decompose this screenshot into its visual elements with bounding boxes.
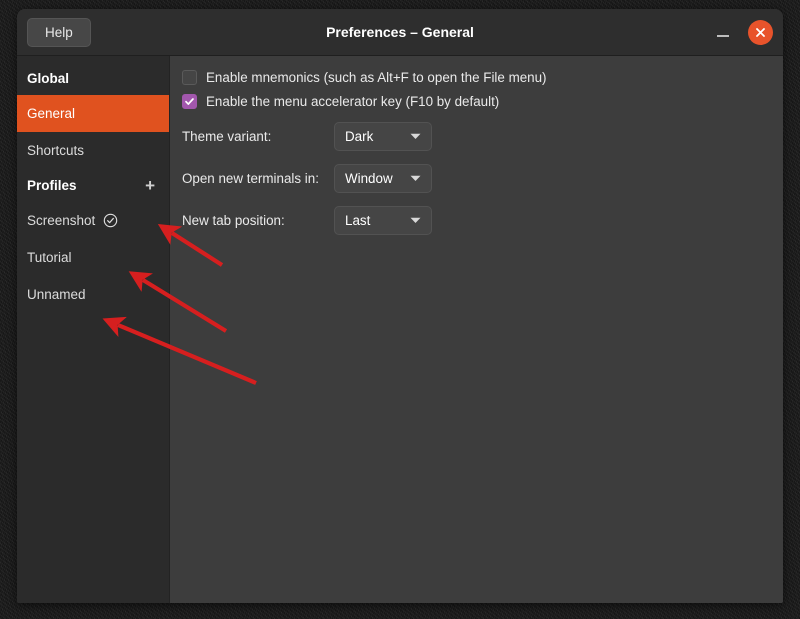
chevron-down-icon [398,217,421,224]
new-tab-position-value: Last [345,213,371,228]
window-body: Global General Shortcuts Profiles + Scre… [17,56,783,603]
sidebar-section-profiles-label: Profiles [27,178,77,193]
window-controls [712,19,773,45]
sidebar-section-profiles: Profiles + [17,169,169,202]
sidebar-item-general-label: General [27,106,76,121]
window-title: Preferences – General [326,24,474,40]
window-titlebar: Help Preferences – General [17,9,783,56]
sidebar-item-screenshot[interactable]: Screenshot [17,202,169,239]
chevron-down-icon [398,133,421,140]
row-theme-variant: Theme variant: Dark [182,122,767,151]
sidebar-item-unnamed[interactable]: Unnamed [17,276,169,313]
sidebar-item-screenshot-label: Screenshot [27,213,96,228]
open-new-terminals-label: Open new terminals in: [182,171,319,186]
row-open-new-terminals-in: Open new terminals in: Window [182,164,767,193]
sidebar-item-shortcuts-label: Shortcuts [27,143,85,158]
checkbox-mnemonics[interactable] [182,70,197,85]
theme-variant-dropdown[interactable]: Dark [334,122,432,151]
general-settings-pane: Enable mnemonics (such as Alt+F to open … [170,56,783,603]
checkbox-menu-accelerator-label: Enable the menu accelerator key (F10 by … [206,94,500,109]
sidebar-item-general[interactable]: General [17,95,169,132]
sidebar-section-global-label: Global [27,71,70,86]
sidebar-item-shortcuts[interactable]: Shortcuts [17,132,169,169]
sidebar-section-global: Global [17,62,169,95]
checkbox-row-menu-accelerator[interactable]: Enable the menu accelerator key (F10 by … [182,94,767,109]
sidebar-item-unnamed-label: Unnamed [27,287,86,302]
minimize-icon[interactable] [712,21,734,43]
preferences-window: Help Preferences – General Global Genera… [17,9,783,603]
sidebar-item-tutorial[interactable]: Tutorial [17,239,169,276]
help-button[interactable]: Help [27,17,91,47]
sidebar-item-tutorial-label: Tutorial [27,250,72,265]
chevron-down-icon [404,175,421,182]
sidebar: Global General Shortcuts Profiles + Scre… [17,56,170,603]
checkbox-mnemonics-label: Enable mnemonics (such as Alt+F to open … [206,70,547,85]
theme-variant-label: Theme variant: [182,129,272,144]
open-new-terminals-dropdown[interactable]: Window [334,164,432,193]
new-tab-position-dropdown[interactable]: Last [334,206,432,235]
check-circle-icon [103,213,118,228]
open-new-terminals-value: Window [345,171,393,186]
close-icon[interactable] [748,19,773,45]
row-new-tab-position: New tab position: Last [182,206,767,235]
checkbox-row-mnemonics[interactable]: Enable mnemonics (such as Alt+F to open … [182,70,767,85]
theme-variant-value: Dark [345,129,374,144]
add-profile-button[interactable]: + [143,177,157,194]
checkbox-menu-accelerator[interactable] [182,94,197,109]
new-tab-position-label: New tab position: [182,213,285,228]
